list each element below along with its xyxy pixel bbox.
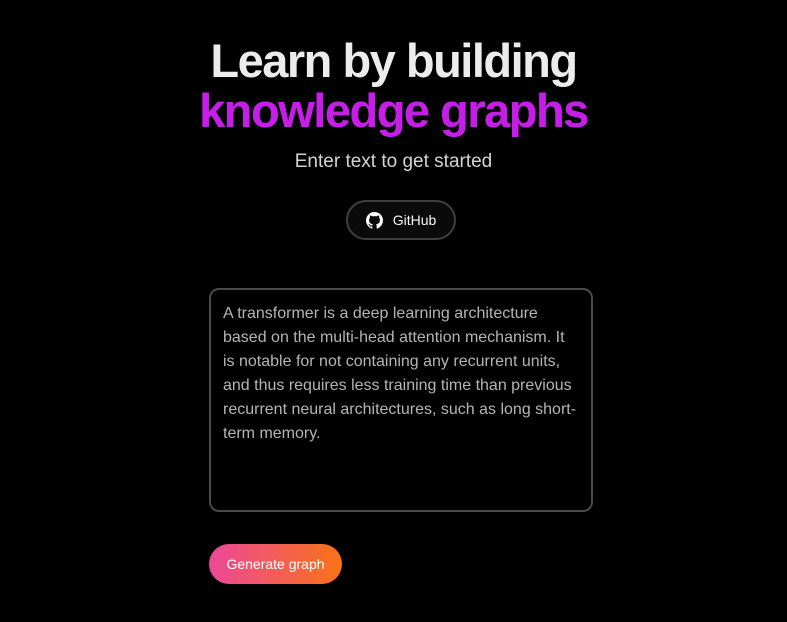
github-icon: [365, 211, 383, 229]
hero-section: Learn by building knowledge graphs Enter…: [0, 36, 787, 174]
page-subtitle: Enter text to get started: [294, 151, 493, 172]
text-input[interactable]: A transformer is a deep learning archite…: [209, 288, 593, 512]
generate-graph-button[interactable]: Generate graph: [209, 544, 342, 584]
github-button[interactable]: GitHub: [346, 200, 456, 240]
page-title: Learn by building: [210, 34, 578, 87]
page-title-highlight: knowledge graphs: [0, 86, 787, 136]
github-button-label: GitHub: [392, 212, 437, 228]
